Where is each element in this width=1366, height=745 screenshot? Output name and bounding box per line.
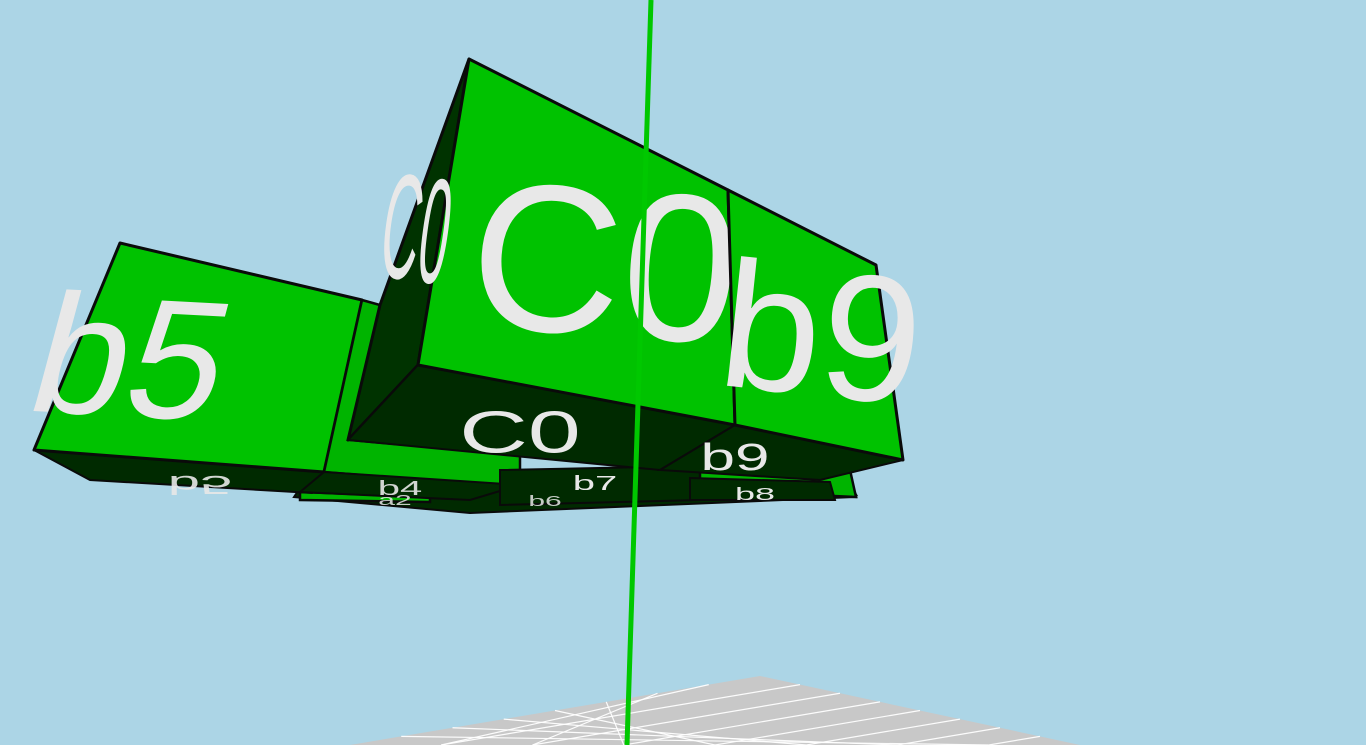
block-a2-label: a2 bbox=[378, 492, 411, 508]
block-b6[interactable]: b6 bbox=[528, 493, 561, 509]
floor-grid bbox=[350, 676, 1080, 745]
block-b5[interactable]: b5 b5 bbox=[13, 241, 364, 500]
block-b7-label: b7 bbox=[573, 472, 617, 495]
block-b9-label: b9 bbox=[711, 223, 931, 444]
block-b8-label: b8 bbox=[735, 484, 775, 504]
block-c0-bottom-label: C0 bbox=[459, 399, 580, 465]
block-b6-label: b6 bbox=[528, 493, 561, 509]
block-a2[interactable]: a2 bbox=[378, 492, 411, 508]
block-c0-label: C0 bbox=[463, 136, 747, 389]
block-c0[interactable]: C0 C0 C0 bbox=[345, 57, 747, 472]
block-b5-mirror-label: b5 bbox=[168, 470, 233, 500]
block-b9-bottom-label: b9 bbox=[701, 435, 770, 478]
3d-scene-viewport[interactable]: b5 b5 b4 b7 b8 a2 b6 C0 C0 C0 b9 b9 bbox=[0, 0, 1366, 745]
